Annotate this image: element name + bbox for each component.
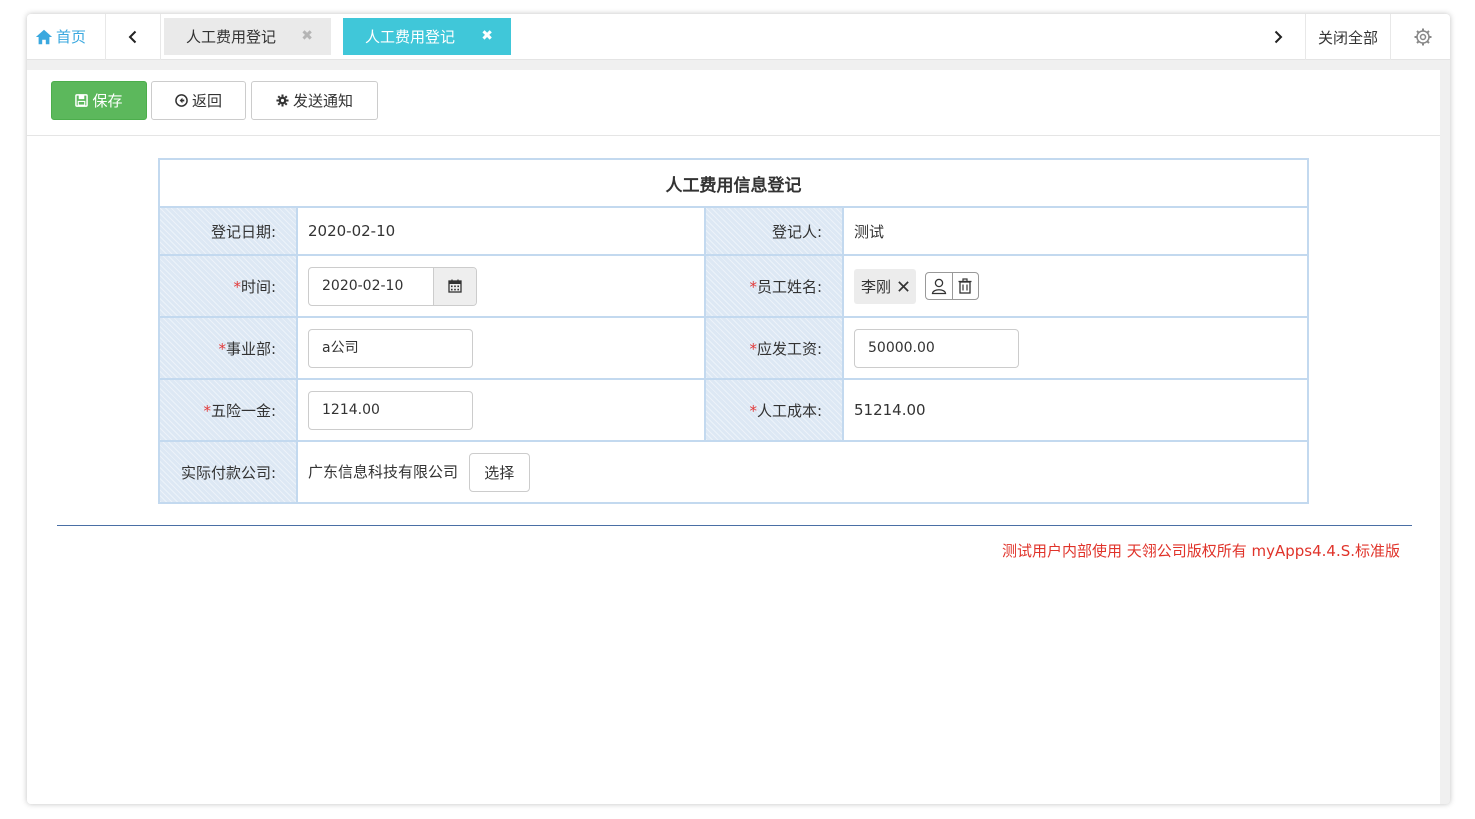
time-date-picker: 2020-02-10 — [308, 266, 477, 306]
required-mark: * — [749, 339, 757, 358]
employee-cell: 李刚 — [842, 254, 1309, 318]
division-input[interactable]: a公司 — [308, 328, 473, 368]
choose-payer-button[interactable]: 选择 — [468, 452, 530, 492]
registrant-label: 登记人: — [704, 206, 844, 256]
back-button[interactable]: 返回 — [151, 81, 246, 120]
division-label-text: 事业部: — [225, 339, 276, 358]
required-mark: * — [203, 401, 211, 420]
clear-selection-button[interactable] — [951, 273, 978, 299]
time-label: *时间: — [158, 254, 298, 318]
save-label: 保存 — [92, 92, 123, 110]
circle-arrow-left-icon — [175, 94, 188, 107]
time-cell: 2020-02-10 — [296, 254, 706, 318]
payer-value: 广东信息科技有限公司 — [308, 462, 459, 481]
required-mark: * — [749, 277, 757, 296]
divider — [57, 525, 1412, 526]
payer-cell: 广东信息科技有限公司 选择 — [296, 440, 1309, 504]
save-button[interactable]: 保存 — [51, 81, 147, 120]
required-mark: * — [218, 339, 226, 358]
home-icon — [35, 29, 53, 44]
employee-name: 李刚 — [861, 277, 892, 296]
tab-scroll-left-button[interactable] — [105, 14, 161, 60]
calendar-icon — [448, 279, 462, 293]
time-input[interactable]: 2020-02-10 — [309, 268, 433, 305]
home-tab[interactable]: 首页 — [35, 26, 86, 47]
division-label: *事业部: — [158, 316, 298, 380]
employee-chip: 李刚 — [854, 268, 917, 304]
close-icon[interactable]: ✖ — [301, 28, 313, 44]
division-cell: a公司 — [296, 316, 706, 380]
labor-cost-form: 人工费用信息登记 登记日期: 2020-02-10 登记人: 测试 *时间: 2… — [158, 158, 1309, 504]
form-title: 人工费用信息登记 — [158, 158, 1309, 208]
payer-label: 实际付款公司: — [158, 440, 298, 504]
close-icon[interactable] — [897, 280, 910, 293]
app-window: 首页 人工费用登记 ✖ 人工费用登记 ✖ 关闭全部 保存 返回 发送通知 人工费… — [27, 14, 1450, 804]
tab-scroll-right-button[interactable] — [1251, 14, 1305, 60]
chevron-left-icon — [128, 30, 137, 44]
content-panel: 保存 返回 发送通知 人工费用信息登记 登记日期: 2020-02-10 登记人… — [27, 70, 1440, 804]
user-select-button[interactable] — [926, 273, 952, 299]
send-notification-button[interactable]: 发送通知 — [251, 81, 378, 120]
labor-cost-label-text: 人工成本: — [756, 401, 822, 420]
labor-cost-label: *人工成本: — [704, 378, 844, 442]
salary-label: *应发工资: — [704, 316, 844, 380]
insurance-cell: 1214.00 — [296, 378, 706, 442]
reg-date-value: 2020-02-10 — [296, 206, 706, 256]
gear-icon[interactable] — [1413, 27, 1433, 47]
tab-label: 人工费用登记 — [365, 28, 456, 46]
floppy-icon — [75, 94, 89, 107]
trash-icon — [958, 278, 972, 294]
home-label: 首页 — [56, 28, 87, 46]
back-label: 返回 — [191, 92, 222, 110]
salary-cell: 50000.00 — [842, 316, 1309, 380]
required-mark: * — [233, 277, 241, 296]
calendar-button[interactable] — [433, 267, 476, 305]
close-icon[interactable]: ✖ — [481, 28, 493, 44]
insurance-label-text: 五险一金: — [210, 401, 276, 420]
tab-label: 人工费用登记 — [186, 28, 277, 46]
insurance-label: *五险一金: — [158, 378, 298, 442]
tab-bar: 首页 人工费用登记 ✖ 人工费用登记 ✖ 关闭全部 — [27, 14, 1450, 60]
labor-cost-value: 51214.00 — [842, 378, 1309, 442]
tab-labor-cost-2-active[interactable]: 人工费用登记 ✖ — [343, 18, 511, 55]
insurance-input[interactable]: 1214.00 — [308, 390, 473, 430]
copyright-footer: 测试用户内部使用 天翎公司版权所有 myApps4.4.S.标准版 — [1001, 542, 1400, 560]
salary-label-text: 应发工资: — [756, 339, 822, 358]
salary-input[interactable]: 50000.00 — [854, 328, 1019, 368]
user-icon — [931, 278, 947, 295]
chevron-right-icon — [1274, 30, 1283, 44]
reg-date-label: 登记日期: — [158, 206, 298, 256]
registrant-value: 测试 — [842, 206, 1309, 256]
close-all-button[interactable]: 关闭全部 — [1305, 14, 1391, 60]
employee-label-text: 员工姓名: — [756, 277, 822, 296]
time-label-text: 时间: — [240, 277, 276, 296]
tab-labor-cost-1[interactable]: 人工费用登记 ✖ — [164, 18, 331, 55]
employee-label: *员工姓名: — [704, 254, 844, 318]
cog-icon — [276, 94, 289, 107]
toolbar: 保存 返回 发送通知 — [27, 70, 1440, 136]
required-mark: * — [749, 401, 757, 420]
notify-label: 发送通知 — [292, 92, 353, 110]
employee-picker — [924, 272, 979, 300]
